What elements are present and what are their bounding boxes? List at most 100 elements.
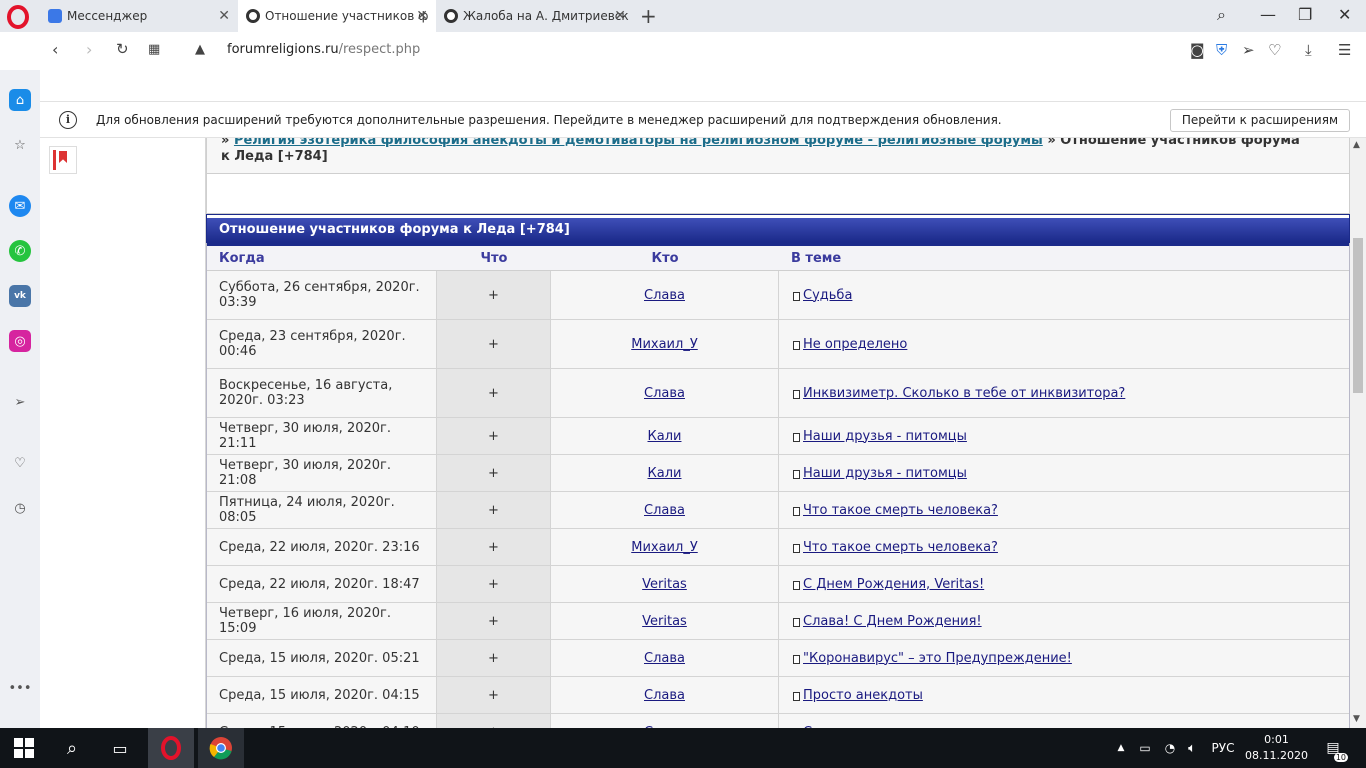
restore-icon[interactable]: ❐ — [1298, 5, 1312, 24]
left-gutter — [40, 138, 206, 728]
task-view-icon[interactable]: ▭ — [100, 728, 140, 768]
breadcrumb-forum-link[interactable]: Религия эзотерика философия анекдоты и д… — [234, 138, 1043, 148]
cell-who: Слава — [551, 714, 779, 728]
tab-messenger[interactable]: Мессенджер ✕ — [40, 0, 238, 32]
user-link[interactable]: Слава — [644, 386, 685, 401]
user-link[interactable]: Михаил_У — [631, 337, 698, 352]
new-tab-button[interactable]: + — [640, 4, 657, 28]
table-row: Среда, 23 сентября, 2020г. 00:46 + Михаил_… — [207, 320, 1349, 369]
bookmark-icon[interactable] — [49, 146, 77, 174]
topic-link[interactable]: Слава! С Днем Рождения! — [803, 614, 982, 629]
shield-icon[interactable]: ⛨ — [1216, 41, 1227, 59]
user-link[interactable]: Veritas — [642, 577, 687, 592]
cell-what: + — [437, 271, 551, 319]
cell-what: + — [437, 529, 551, 565]
forum-favicon-icon — [246, 9, 260, 23]
topic-link[interactable]: Не определено — [803, 337, 907, 352]
cell-when: Среда, 22 июля, 2020г. 18:47 — [207, 566, 437, 602]
cell-what: + — [437, 369, 551, 417]
table-row: Среда, 22 июля, 2020г. 23:16 + Михаил_У Что… — [207, 529, 1349, 566]
topic-link[interactable]: Наши друзья - питомцы — [803, 466, 967, 481]
cell-who: Михаил_У — [551, 529, 779, 565]
snapshot-icon[interactable]: ◙ — [1190, 41, 1205, 59]
easy-setup-icon[interactable]: ☰ — [1338, 41, 1351, 59]
forward-icon[interactable]: › — [86, 40, 92, 59]
user-link[interactable]: Слава — [644, 503, 685, 518]
close-window-icon[interactable]: ✕ — [1338, 5, 1351, 24]
address-bar: ‹ › ↻ ▦ ▲ forumreligions.ru/respect.php … — [0, 32, 1366, 70]
scrollbar-up-arrow-icon[interactable]: ▲ — [1353, 140, 1360, 150]
messenger-icon[interactable]: ✉ — [9, 195, 31, 217]
tab-complaint[interactable]: Жалоба на А. Дмитриевск ✕ — [436, 0, 634, 32]
home-icon[interactable]: ⌂ — [9, 89, 31, 111]
windows-start-icon[interactable] — [4, 728, 44, 768]
volume-icon[interactable]: 🔈︎ — [1182, 728, 1202, 768]
document-icon — [793, 618, 800, 627]
topic-link[interactable]: Инквизиметр. Сколько в тебе от инквизито… — [803, 386, 1125, 401]
notifications-icon[interactable]: ▤ 10 — [1318, 728, 1348, 768]
search-icon[interactable]: ⌕ — [52, 728, 92, 768]
whatsapp-icon[interactable]: ✆ — [9, 240, 31, 262]
opera-logo-icon[interactable] — [6, 5, 32, 29]
cell-topic: Что такое смерть человека? — [779, 529, 1349, 565]
document-icon — [793, 692, 800, 701]
vk-icon[interactable]: vk — [9, 285, 31, 307]
user-link[interactable]: Слава — [644, 288, 685, 303]
cell-topic: Инквизиметр. Сколько в тебе от инквизито… — [779, 369, 1349, 417]
search-tabs-icon[interactable]: ⌕ — [1217, 5, 1226, 25]
user-link[interactable]: Слава — [644, 651, 685, 666]
document-icon — [793, 655, 800, 664]
user-link[interactable]: Кали — [648, 466, 682, 481]
topic-link[interactable]: Что такое смерть человека? — [803, 540, 998, 555]
clock[interactable]: 0:01 08.11.2020 — [1245, 732, 1308, 764]
page-scrollbar[interactable]: ▲ ▼ — [1350, 138, 1366, 728]
topic-link[interactable]: Что такое смерть человека? — [803, 503, 998, 518]
scrollbar-thumb[interactable] — [1353, 238, 1363, 393]
send-icon[interactable]: ➢ — [1242, 41, 1255, 59]
scrollbar-down-arrow-icon[interactable]: ▼ — [1353, 714, 1360, 724]
document-icon — [793, 507, 800, 516]
cell-topic: "Коронавирус" – это Предупреждение! — [779, 640, 1349, 676]
chrome-taskbar-icon[interactable] — [198, 728, 244, 768]
user-link[interactable]: Слава — [644, 688, 685, 703]
tab-grid-icon[interactable]: ▦ — [148, 42, 160, 57]
reload-icon[interactable]: ↻ — [116, 40, 129, 58]
instagram-icon[interactable]: ◎ — [9, 330, 31, 352]
tray-chevron-icon[interactable]: ▲ — [1112, 728, 1130, 768]
user-link[interactable]: Кали — [648, 429, 682, 444]
col-who: Кто — [651, 250, 679, 266]
topic-link[interactable]: "Коронавирус" – это Предупреждение! — [803, 651, 1072, 666]
close-tab-icon[interactable]: ✕ — [218, 8, 230, 24]
cell-what: + — [437, 492, 551, 528]
more-icon[interactable]: ••• — [9, 677, 32, 699]
download-icon[interactable]: ⤓ — [1305, 41, 1312, 59]
send-sidebar-icon[interactable]: ➢ — [9, 391, 31, 413]
back-icon[interactable]: ‹ — [52, 40, 58, 59]
user-link[interactable]: Veritas — [642, 614, 687, 629]
topic-link[interactable]: Судьба — [803, 288, 852, 303]
close-tab-icon[interactable]: ✕ — [614, 8, 626, 24]
topic-link[interactable]: Наши друзья - питомцы — [803, 429, 967, 444]
history-icon[interactable]: ◷ — [9, 497, 31, 519]
table-row: Среда, 15 июля, 2020г. 04:15 + Слава Просто… — [207, 677, 1349, 714]
battery-icon[interactable]: ▭ — [1135, 728, 1155, 768]
topic-link[interactable]: Просто анекдоты — [803, 688, 923, 703]
cell-who: Слава — [551, 271, 779, 319]
url-field[interactable]: forumreligions.ru/respect.php — [227, 42, 420, 57]
user-link[interactable]: Михаил_У — [631, 540, 698, 555]
wifi-icon[interactable]: ◔ — [1160, 728, 1180, 768]
info-text: Для обновления расширений требуются допо… — [96, 113, 1002, 127]
tab-respect[interactable]: Отношение участников ф ✕ — [238, 0, 436, 32]
minimize-icon[interactable]: — — [1260, 5, 1276, 24]
heart-icon[interactable]: ♡ — [1268, 41, 1281, 59]
cell-when: Четверг, 16 июля, 2020г. 15:09 — [207, 603, 437, 639]
go-to-extensions-button[interactable]: Перейти к расширениям — [1169, 109, 1350, 132]
warning-icon[interactable]: ▲ — [195, 42, 205, 57]
star-icon[interactable]: ☆ — [9, 134, 31, 156]
opera-taskbar-icon[interactable] — [148, 728, 194, 768]
topic-link[interactable]: С Днем Рождения, Veritas! — [803, 577, 984, 592]
close-tab-icon[interactable]: ✕ — [416, 8, 428, 24]
document-icon — [793, 470, 800, 479]
heart-sidebar-icon[interactable]: ♡ — [9, 452, 31, 474]
language-indicator[interactable]: РУС — [1206, 728, 1240, 768]
